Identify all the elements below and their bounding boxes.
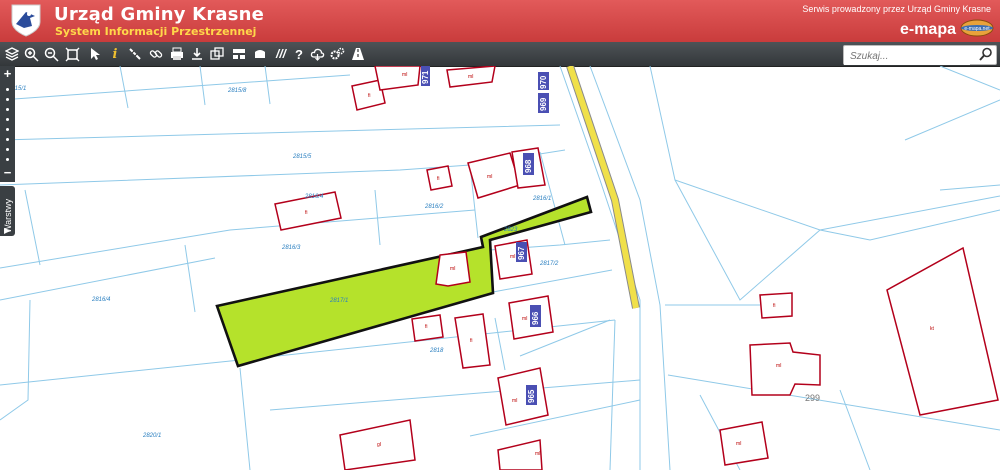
app-subtitle: System Informacji Przestrzennej	[55, 25, 257, 38]
building-label: mI	[450, 266, 456, 272]
copy-icon[interactable]	[208, 45, 226, 63]
parcel-label: 2817/2	[539, 261, 559, 267]
layers-icon[interactable]	[3, 45, 21, 63]
parcel-label: 2823	[503, 227, 518, 233]
print-icon[interactable]	[168, 45, 186, 63]
zoom-level-dot[interactable]	[6, 158, 9, 161]
parcel-label: 2815/5	[292, 154, 312, 160]
hatch-icon[interactable]: ///	[272, 45, 290, 63]
zoom-bar: + −	[0, 66, 15, 182]
map-canvas[interactable]: 971 970 969 968 967 966 965 2815/1 2815/…	[0, 66, 1000, 470]
address-970: 970	[539, 75, 548, 89]
coat-of-arms-icon	[11, 4, 41, 37]
address-966: 966	[531, 311, 540, 325]
panel-icon[interactable]	[230, 45, 248, 63]
address-969: 969	[539, 97, 548, 111]
cloud-icon[interactable]	[308, 45, 326, 63]
parcel-label: 2816/3	[281, 245, 301, 251]
parcel-label: 2817/1	[329, 298, 348, 304]
search-icon[interactable]	[979, 47, 993, 61]
zoom-minus-button[interactable]: −	[0, 166, 15, 179]
building-label: kt	[930, 326, 935, 332]
shapes-icon[interactable]	[251, 45, 269, 63]
measure-icon[interactable]	[126, 45, 144, 63]
building-label: fi	[368, 93, 371, 99]
building-label: mI	[510, 254, 516, 260]
address-965: 965	[527, 389, 536, 403]
building-label: gI	[377, 442, 381, 448]
zoom-level-dot[interactable]	[6, 108, 9, 111]
selected-parcel[interactable]	[215, 195, 593, 368]
building-label: mI	[522, 316, 528, 322]
road-icon[interactable]	[349, 45, 367, 63]
building-label: mI	[736, 441, 742, 447]
building-label: fi	[437, 176, 440, 182]
building-label: fi	[470, 338, 473, 344]
app-title: Urząd Gminy Krasne	[54, 4, 265, 25]
search-box	[843, 45, 997, 65]
map-svg[interactable]: 971 970 969 968 967 966 965 2815/1 2815/…	[0, 66, 1000, 470]
brand-logo-text[interactable]: e-mapa	[900, 21, 956, 39]
zoom-level-dot[interactable]	[6, 148, 9, 151]
building-label: mI	[402, 72, 408, 78]
app-header: Urząd Gminy Krasne System Informacji Prz…	[0, 0, 1000, 42]
building-label: mI	[512, 398, 518, 404]
plot-number: 299	[805, 393, 820, 403]
parcel-label: 2818	[429, 348, 444, 354]
address-967: 967	[517, 246, 526, 260]
settings-icon[interactable]	[328, 45, 346, 63]
layers-panel-tab[interactable]: Warstwy ▶	[0, 186, 15, 236]
globe-text: e-mapa.net	[964, 26, 990, 32]
globe-logo-icon: e-mapa.net	[960, 19, 994, 37]
building-label: mI	[776, 363, 782, 369]
parcel-label: 2816/4	[304, 194, 324, 200]
zoom-extent-icon[interactable]	[63, 45, 81, 63]
info-icon[interactable]: i	[106, 45, 124, 63]
address-971: 971	[421, 70, 430, 84]
search-input[interactable]	[844, 48, 970, 65]
map-toolbar: i /// ?	[0, 42, 1000, 67]
parcel-label: 2816/2	[424, 204, 444, 210]
zoom-level-dot[interactable]	[6, 138, 9, 141]
zoom-in-icon[interactable]	[22, 45, 40, 63]
parcel-label: 2820/1	[142, 433, 161, 439]
building-label: mI	[468, 74, 474, 80]
zoom-plus-button[interactable]: +	[0, 67, 15, 80]
zoom-level-dot[interactable]	[6, 98, 9, 101]
building-label: mI	[487, 174, 493, 180]
parcel-label: 2815/8	[227, 88, 247, 94]
zoom-out-icon[interactable]	[42, 45, 60, 63]
building-label: fi	[305, 210, 308, 216]
building-label: mI	[535, 451, 541, 457]
help-icon[interactable]: ?	[290, 45, 308, 63]
link-icon[interactable]	[147, 45, 165, 63]
building-label: fi	[773, 303, 776, 309]
parcel-label: 2816/4	[91, 297, 111, 303]
building-label: fi	[425, 324, 428, 330]
zoom-level-dot[interactable]	[6, 128, 9, 131]
zoom-level-dot[interactable]	[6, 118, 9, 121]
address-968: 968	[524, 159, 533, 173]
select-pointer-icon[interactable]	[86, 45, 104, 63]
expand-arrow-icon: ▶	[4, 226, 11, 235]
download-icon[interactable]	[188, 45, 206, 63]
zoom-level-dot[interactable]	[6, 88, 9, 91]
parcel-label: 2816/1	[532, 196, 551, 202]
service-note: Serwis prowadzony przez Urząd Gminy Kras…	[802, 4, 991, 14]
